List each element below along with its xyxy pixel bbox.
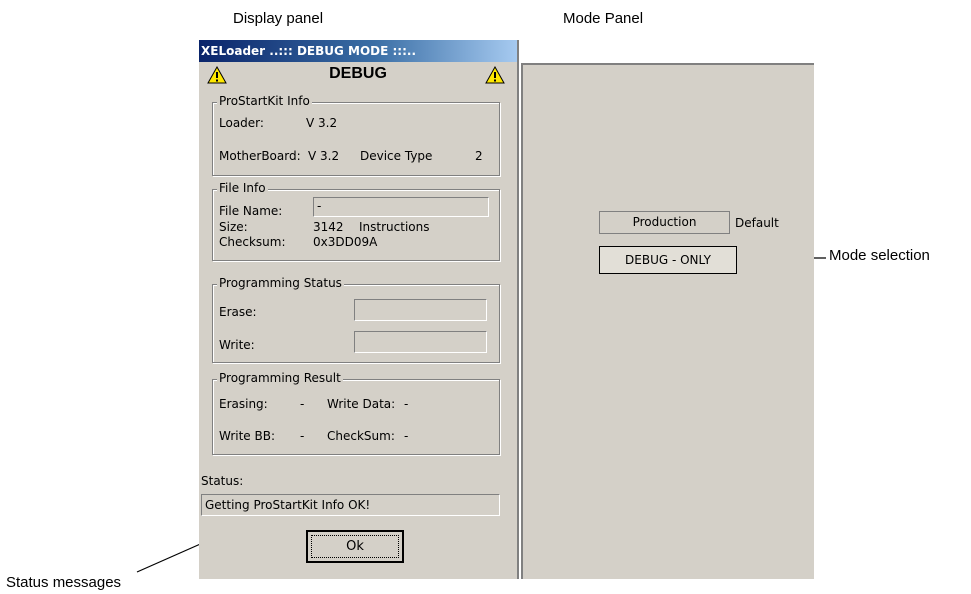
size-value: 3142 [313, 220, 344, 234]
window-titlebar[interactable]: XELoader ..::: DEBUG MODE :::.. [199, 40, 517, 62]
checksum-label: Checksum: [219, 235, 286, 249]
production-button[interactable]: Production [599, 211, 730, 234]
file-info-group: File Info File Name: - Size: 3142 Instru… [212, 181, 500, 261]
prostartkit-info-legend: ProStartKit Info [217, 94, 312, 108]
size-unit: Instructions [359, 220, 430, 234]
erasing-value: - [300, 397, 305, 411]
mode-selection-caption: Mode selection [829, 247, 930, 264]
status-message-field: Getting ProStartKit Info OK! [201, 494, 500, 516]
write-label: Write: [219, 338, 255, 352]
motherboard-value: V 3.2 [308, 149, 340, 163]
write-data-value: - [404, 397, 409, 411]
debug-only-button[interactable]: DEBUG - ONLY [599, 246, 737, 274]
file-info-legend: File Info [217, 181, 268, 195]
write-bb-label: Write BB: [219, 429, 276, 443]
file-name-field[interactable]: - [313, 197, 489, 217]
status-label: Status: [201, 474, 244, 488]
mode-panel-caption: Mode Panel [563, 10, 644, 27]
status-messages-caption: Status messages [6, 574, 122, 591]
device-type-label: Device Type [360, 149, 433, 163]
motherboard-label: MotherBoard: [219, 149, 301, 163]
window-title: XELoader ..::: DEBUG MODE :::.. [201, 44, 417, 58]
file-name-label: File Name: [219, 204, 283, 218]
checksum-result-label: CheckSum: [327, 429, 395, 443]
programming-status-group: Programming Status Erase: Write: [212, 276, 500, 363]
erase-label: Erase: [219, 305, 257, 319]
ok-button[interactable]: Ok [306, 530, 404, 563]
size-label: Size: [219, 220, 248, 234]
programming-result-group: Programming Result Erasing: - Write Data… [212, 371, 500, 455]
warning-icon [485, 66, 505, 84]
programming-status-legend: Programming Status [217, 276, 344, 290]
device-type-value: 2 [475, 149, 483, 163]
mode-panel: Production Default DEBUG - ONLY [521, 63, 814, 579]
write-progress-bar [354, 331, 487, 353]
erasing-label: Erasing: [219, 397, 268, 411]
production-default-note: Default [735, 216, 779, 230]
programming-result-legend: Programming Result [217, 371, 343, 385]
write-data-label: Write Data: [327, 397, 396, 411]
loader-label: Loader: [219, 116, 264, 130]
write-bb-value: - [300, 429, 305, 443]
checksum-value: 0x3DD09A [313, 235, 378, 249]
loader-value: V 3.2 [306, 116, 338, 130]
checksum-result-value: - [404, 429, 409, 443]
ok-button-label: Ok [346, 539, 364, 554]
display-panel-window: XELoader ..::: DEBUG MODE :::.. DEBUG Pr… [199, 40, 519, 579]
prostartkit-info-group: ProStartKit Info Loader: V 3.2 MotherBoa… [212, 94, 500, 176]
display-panel-caption: Display panel [233, 10, 324, 27]
debug-heading: DEBUG [329, 65, 387, 82]
erase-progress-bar [354, 299, 487, 321]
